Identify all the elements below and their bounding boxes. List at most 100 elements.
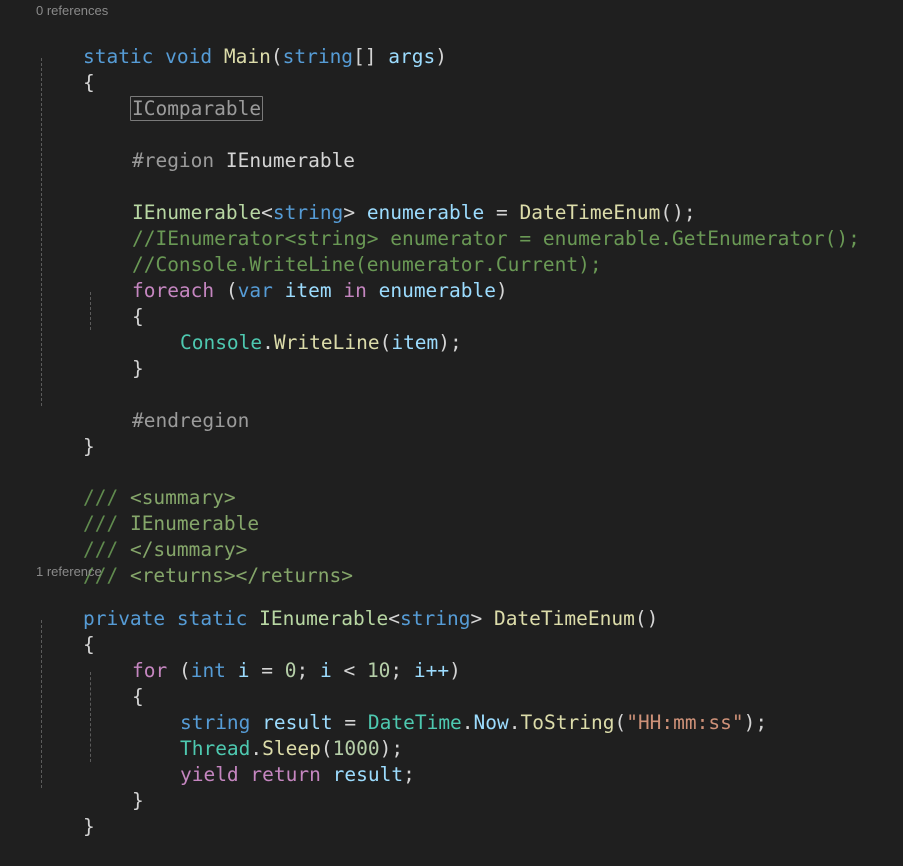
code-line-endregion-directive[interactable]: #endregion	[85, 382, 249, 432]
token-number-zero: 0	[284, 659, 297, 682]
token-semicolon: ;	[296, 659, 309, 682]
token-variable-enumerable: enumerable	[378, 279, 496, 302]
token-paren-close: )	[449, 659, 461, 682]
code-line-foreach-close-brace[interactable]: }	[85, 330, 144, 380]
token-preprocessor-region: #region	[131, 149, 215, 172]
token-keyword-void: void	[165, 45, 213, 68]
code-line-foreach-open-brace[interactable]: {	[85, 278, 144, 328]
token-keyword-var: var	[237, 279, 273, 302]
token-keyword-static: static	[176, 607, 248, 630]
code-line-comment-writeline-current[interactable]: //Console.WriteLine(enumerator.Current);	[85, 226, 602, 276]
token-keyword-return: return	[250, 763, 321, 786]
token-type-ienumerable: IEnumerable	[259, 607, 389, 630]
code-line-doc-summary-close[interactable]: /// </summary>	[36, 511, 247, 561]
token-semicolon: ;	[755, 711, 768, 734]
token-property-now: Now	[473, 711, 509, 734]
token-variable-i: i	[237, 659, 250, 682]
code-line-for-open-brace[interactable]: {	[85, 658, 144, 708]
token-paren-close: )	[743, 711, 756, 734]
token-type-int: int	[190, 659, 226, 682]
code-line-main-close-brace[interactable]: }	[36, 408, 95, 458]
token-method-main: Main	[223, 45, 271, 68]
token-dot: .	[461, 711, 474, 734]
code-line-comment-enumerator-declaration[interactable]: //IEnumerator<string> enumerator = enume…	[85, 200, 860, 250]
token-operator-equals: =	[261, 659, 273, 682]
token-paren-open: (	[270, 45, 283, 68]
code-line-result-assignment[interactable]: string result = DateTime.Now.ToString("H…	[133, 684, 767, 734]
token-semicolon: ;	[403, 763, 415, 786]
token-variable-item: item	[391, 331, 439, 354]
token-method-datetimeenum: DateTimeEnum	[493, 607, 635, 630]
token-brackets: []	[353, 45, 377, 68]
token-operator-less-than: <	[343, 659, 356, 682]
token-generic-close: >	[470, 607, 483, 630]
token-method-tostring: ToString	[520, 711, 615, 734]
token-number-ten: 10	[366, 659, 391, 682]
code-line-yield-return[interactable]: yield return result;	[133, 736, 415, 786]
token-increment-expression: i++	[413, 659, 450, 682]
token-semicolon: ;	[390, 659, 403, 682]
token-variable-i: i	[319, 659, 332, 682]
token-keyword-foreach: foreach	[131, 279, 215, 302]
token-paren-close: )	[435, 45, 448, 68]
token-type-string: string	[400, 607, 471, 630]
token-variable-result: result	[332, 763, 404, 786]
token-keyword-in: in	[343, 279, 367, 302]
token-paren-open: (	[178, 659, 191, 682]
token-paren-close: )	[438, 331, 451, 354]
code-line-doc-summary-body[interactable]: /// IEnumerable	[36, 485, 259, 535]
code-line-icomparable[interactable]: IComparable	[85, 70, 264, 121]
token-dot: .	[262, 331, 274, 354]
token-class-console: Console	[179, 331, 263, 354]
codelens-references-datetimeenum[interactable]: 1 reference	[36, 563, 102, 581]
token-preprocessor-endregion: #endregion	[131, 409, 250, 432]
token-paren-close: )	[496, 279, 508, 302]
code-line-region-directive[interactable]: #region IEnumerable	[85, 122, 355, 172]
token-brace-close: }	[82, 815, 95, 838]
code-line-thread-sleep[interactable]: Thread.Sleep(1000);	[133, 710, 403, 760]
token-semicolon: ;	[450, 331, 462, 354]
token-param-args: args	[388, 45, 436, 68]
token-paren-open: (	[634, 607, 647, 630]
code-line-datetimeenum-open-brace[interactable]: {	[36, 606, 95, 656]
code-line-main-open-brace[interactable]: {	[36, 44, 95, 94]
code-line-datetimeenum-close-brace[interactable]: }	[36, 788, 95, 838]
code-editor[interactable]: 0 references static void Main(string[] a…	[0, 0, 903, 838]
code-line-doc-summary-open[interactable]: /// <summary>	[36, 459, 236, 509]
token-paren-close: )	[646, 607, 659, 630]
token-region-name: IEnumerable	[225, 149, 356, 172]
token-brace-close: }	[131, 789, 144, 812]
token-identifier-icomparable[interactable]: IComparable	[129, 96, 264, 121]
token-paren-open: (	[225, 279, 238, 302]
token-keyword-private: private	[82, 607, 166, 630]
token-method-writeline: WriteLine	[273, 331, 380, 354]
code-line-enumerable-declaration[interactable]: IEnumerable<string> enumerable = DateTim…	[85, 174, 696, 224]
token-paren-open: (	[614, 711, 627, 734]
code-line-main-signature[interactable]: static void Main(string[] args)	[36, 18, 447, 68]
code-line-foreach-statement[interactable]: foreach (var item in enumerable)	[85, 252, 508, 302]
code-line-for-statement[interactable]: for (int i = 0; i < 10; i++)	[85, 632, 461, 682]
code-line-doc-returns[interactable]: /// <returns></returns>	[36, 537, 353, 587]
token-paren-open: (	[379, 331, 392, 354]
token-keyword-yield: yield	[179, 763, 239, 786]
code-line-console-writeline[interactable]: Console.WriteLine(item);	[133, 304, 462, 354]
code-line-datetimeenum-signature[interactable]: private static IEnumerable<string> DateT…	[36, 580, 658, 630]
token-brace-close: }	[131, 357, 144, 380]
token-variable-item: item	[284, 279, 332, 302]
code-line-for-close-brace[interactable]: }	[85, 762, 144, 812]
